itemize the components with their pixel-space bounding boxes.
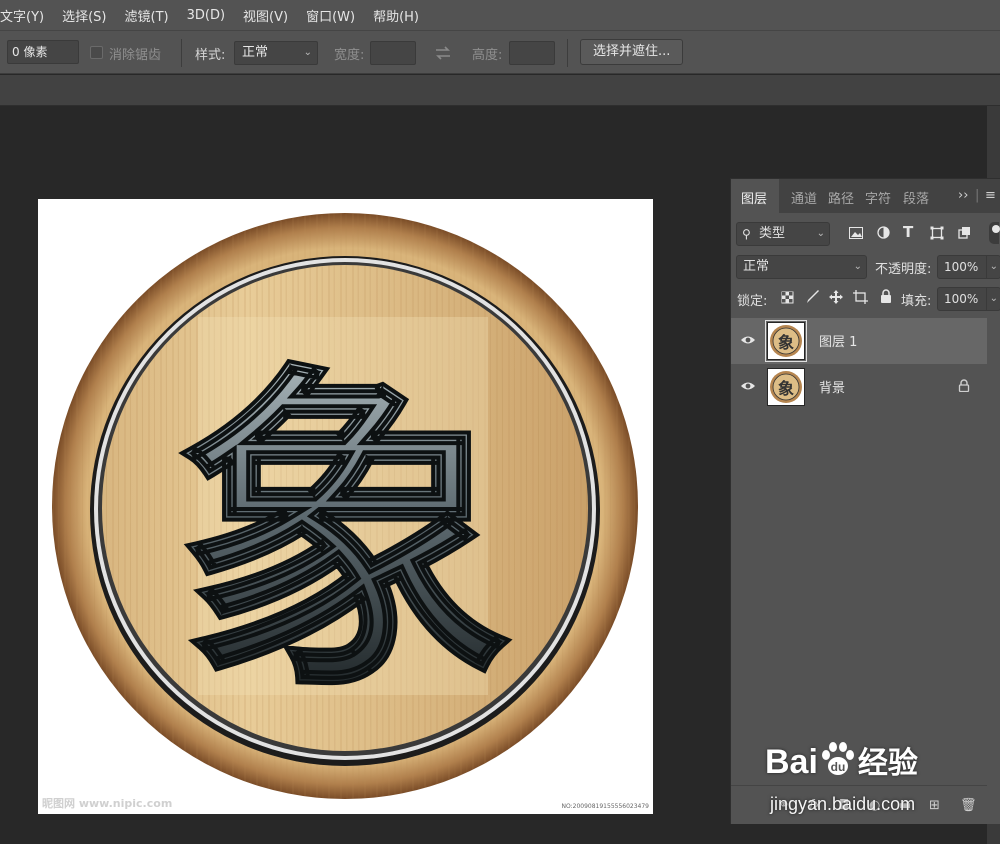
filter-toggle[interactable] <box>989 222 1000 244</box>
style-select[interactable]: 正常 ⌄ <box>234 41 318 65</box>
trash-icon[interactable]: 🗑 <box>960 798 977 813</box>
fill-label: 填充: <box>901 294 932 309</box>
opacity-value: 100% <box>944 260 979 274</box>
new-layer-icon[interactable]: ⊞ <box>929 798 940 813</box>
layer-lock-icon[interactable] <box>958 379 970 392</box>
tab-paths[interactable]: 路径 <box>828 188 854 207</box>
fill-input[interactable]: 100% ⌄ <box>937 287 1000 311</box>
chevron-down-icon: ⌄ <box>985 288 998 310</box>
panel-menu-icon[interactable]: ≡ <box>985 188 996 203</box>
chevron-down-icon: ⌄ <box>816 228 825 239</box>
baidu-logo-cn: 经验 <box>857 746 918 781</box>
antialias-label: 消除锯齿 <box>109 48 162 63</box>
tab-paragraph[interactable]: 段落 <box>903 188 929 207</box>
opacity-input[interactable]: 100% ⌄ <box>937 255 1000 279</box>
search-icon: ⚲ <box>742 227 751 241</box>
feather-input[interactable]: 0 像素 <box>7 40 79 64</box>
layer-name[interactable]: 背景 <box>819 377 845 396</box>
lock-position-icon[interactable] <box>829 290 843 304</box>
opacity-label: 不透明度: <box>875 262 932 277</box>
tab-character[interactable]: 字符 <box>865 188 891 207</box>
panel-tab-strip: 图层 通道 路径 字符 段落 ›› | ≡ <box>731 179 1000 213</box>
menu-bar: 文字(Y) 选择(S) 滤镜(T) 3D(D) 视图(V) 窗口(W) 帮助(H… <box>0 0 1000 30</box>
svg-text:象: 象 <box>778 333 794 352</box>
baidu-paw-icon: du <box>821 742 854 775</box>
watermark-nipic: 昵图网 www.nipic.com <box>42 797 173 810</box>
lock-transparent-pixels-icon[interactable] <box>781 291 794 304</box>
baidu-url: jingyan.baidu.com <box>770 794 916 814</box>
menu-3d[interactable]: 3D(D) <box>178 8 234 23</box>
chess-piece-image: 象 <box>52 213 638 799</box>
shape-filter-icon[interactable] <box>930 226 944 240</box>
divider <box>181 39 182 67</box>
menu-select[interactable]: 选择(S) <box>53 6 115 25</box>
blend-mode-select[interactable]: 正常 ⌄ <box>736 255 867 279</box>
select-and-mask-button[interactable]: 选择并遮住... <box>580 39 684 65</box>
menu-type[interactable]: 文字(Y) <box>0 6 53 25</box>
pixel-filter-icon[interactable] <box>849 227 863 239</box>
expand-panels-icon[interactable]: ›› <box>958 188 968 203</box>
lock-artboard-icon[interactable] <box>853 290 868 304</box>
filter-kind-select[interactable]: ⚲ 类型 ⌄ <box>736 222 830 246</box>
smart-object-filter-icon[interactable] <box>958 226 971 239</box>
filter-kind-value: 类型 <box>759 226 786 241</box>
height-input[interactable] <box>509 41 555 65</box>
layer-name[interactable]: 图层 1 <box>819 331 857 350</box>
lock-all-icon[interactable] <box>880 289 892 303</box>
options-bar: 0 像素 消除锯齿 样式: 正常 ⌄ 宽度: 高度: 选择并遮住... <box>0 30 1000 74</box>
visibility-eye-icon[interactable] <box>740 380 756 392</box>
style-select-value: 正常 <box>242 45 269 60</box>
chevron-down-icon: ⌄ <box>303 47 312 58</box>
layer-row-background[interactable]: 象 背景 <box>731 364 987 410</box>
style-label: 样式: <box>195 48 226 63</box>
baidu-jingyan-watermark: Bai du 经验 jingyan.baidu.com <box>765 738 918 814</box>
watermark-id: NO:20090819155556023479 <box>561 803 649 810</box>
menu-window[interactable]: 窗口(W) <box>297 6 364 25</box>
layer-thumbnail: 象 <box>767 368 805 406</box>
tab-layers[interactable]: 图层 <box>741 188 767 207</box>
document-tab-strip <box>0 75 1000 106</box>
chevron-down-icon: ⌄ <box>985 256 998 278</box>
divider: | <box>975 188 980 203</box>
svg-text:du: du <box>831 760 846 774</box>
document-canvas[interactable]: 象 昵图网 www.nipic.com NO:20090819155556023… <box>38 199 653 814</box>
width-input[interactable] <box>370 41 416 65</box>
layers-panel: 图层 通道 路径 字符 段落 ›› | ≡ ⚲ 类型 ⌄ T 正常 ⌄ 不透明度… <box>730 178 1000 824</box>
piece-character: 象 <box>175 336 515 735</box>
tab-channels[interactable]: 通道 <box>791 188 817 207</box>
layer-thumbnail: 象 <box>765 320 807 362</box>
chevron-down-icon: ⌄ <box>853 261 862 272</box>
layer-row-layer1[interactable]: 象 图层 1 <box>731 318 987 364</box>
antialias-checkbox[interactable] <box>90 46 103 59</box>
lock-image-pixels-icon[interactable] <box>806 290 820 304</box>
fill-value: 100% <box>944 292 979 306</box>
blend-mode-value: 正常 <box>743 259 770 274</box>
swap-icon[interactable] <box>434 45 452 61</box>
type-filter-icon[interactable]: T <box>903 225 913 240</box>
menu-help[interactable]: 帮助(H) <box>364 6 428 25</box>
divider <box>567 39 568 67</box>
menu-filter[interactable]: 滤镜(T) <box>116 6 178 25</box>
width-label: 宽度: <box>334 48 365 63</box>
height-label: 高度: <box>472 48 503 63</box>
menu-view[interactable]: 视图(V) <box>234 6 297 25</box>
lock-label: 锁定: <box>737 294 768 309</box>
baidu-logo-text: Bai <box>765 743 818 781</box>
svg-text:象: 象 <box>778 379 794 398</box>
visibility-eye-icon[interactable] <box>740 334 756 346</box>
adjustment-filter-icon[interactable] <box>877 226 890 239</box>
